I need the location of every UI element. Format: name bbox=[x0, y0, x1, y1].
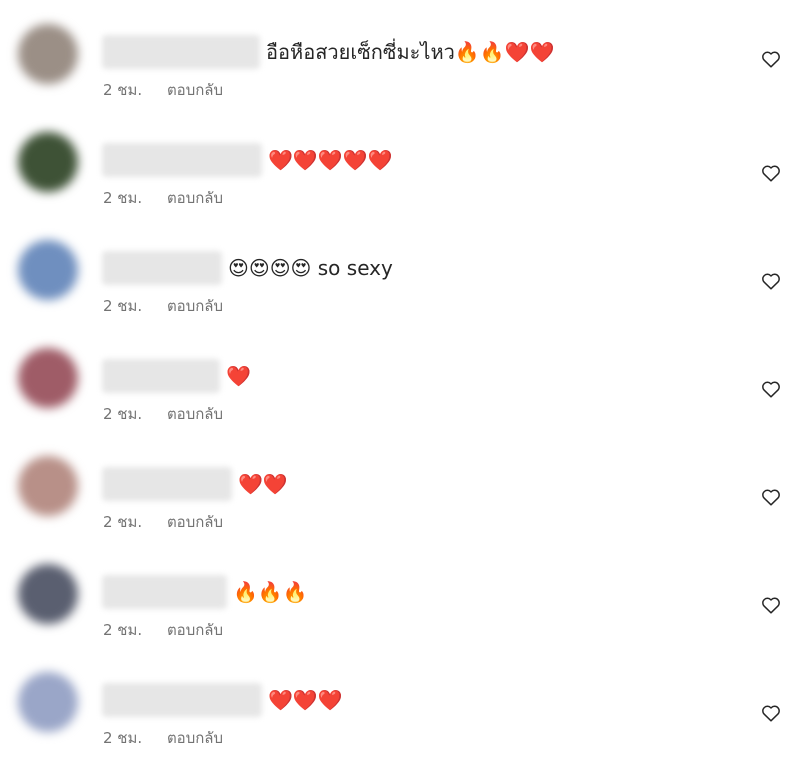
like-heart-icon[interactable] bbox=[760, 702, 782, 724]
reply-button[interactable]: ตอบกลับ bbox=[167, 726, 223, 750]
comment-meta: 2 ชม. ตอบกลับ bbox=[103, 618, 223, 642]
reply-button[interactable]: ตอบกลับ bbox=[167, 186, 223, 210]
comment-item: 🔥🔥🔥 2 ชม. ตอบกลับ bbox=[0, 554, 800, 662]
like-heart-icon[interactable] bbox=[760, 378, 782, 400]
avatar[interactable] bbox=[18, 348, 78, 408]
comment-text: 🔥🔥🔥 bbox=[233, 580, 308, 604]
comment-item: ❤️❤️❤️ 2 ชม. ตอบกลับ bbox=[0, 662, 800, 770]
username-redacted[interactable] bbox=[102, 575, 227, 609]
comment-time: 2 ชม. bbox=[103, 405, 143, 423]
comment-header: อือหือสวยเซ็กซี่มะไหว🔥🔥❤️❤️ bbox=[102, 32, 554, 72]
comment-list: อือหือสวยเซ็กซี่มะไหว🔥🔥❤️❤️ 2 ชม. ตอบกลั… bbox=[0, 0, 800, 782]
comment-text: ❤️❤️ bbox=[238, 472, 288, 496]
comment-meta: 2 ชม. ตอบกลับ bbox=[103, 78, 223, 102]
comment-text: อือหือสวยเซ็กซี่มะไหว🔥🔥❤️❤️ bbox=[266, 40, 555, 64]
avatar[interactable] bbox=[18, 564, 78, 624]
comment-time: 2 ชม. bbox=[103, 297, 143, 315]
username-redacted[interactable] bbox=[102, 359, 220, 393]
like-heart-icon[interactable] bbox=[760, 270, 782, 292]
comment-header: 😍😍😍😍 so sexy bbox=[102, 248, 393, 288]
comment-text: ❤️ bbox=[226, 364, 251, 388]
like-heart-icon[interactable] bbox=[760, 486, 782, 508]
comment-item: ❤️ 2 ชม. ตอบกลับ bbox=[0, 338, 800, 446]
comment-item: 😍😍😍😍 so sexy 2 ชม. ตอบกลับ bbox=[0, 230, 800, 338]
comment-meta: 2 ชม. ตอบกลับ bbox=[103, 510, 223, 534]
comment-header: ❤️❤️ bbox=[102, 464, 288, 504]
reply-button[interactable]: ตอบกลับ bbox=[167, 294, 223, 318]
comment-text: 😍😍😍😍 so sexy bbox=[228, 256, 393, 280]
comment-item: อือหือสวยเซ็กซี่มะไหว🔥🔥❤️❤️ 2 ชม. ตอบกลั… bbox=[0, 14, 800, 122]
reply-button[interactable]: ตอบกลับ bbox=[167, 78, 223, 102]
comment-header: ❤️ bbox=[102, 356, 251, 396]
username-redacted[interactable] bbox=[102, 35, 260, 69]
comment-time: 2 ชม. bbox=[103, 621, 143, 639]
username-redacted[interactable] bbox=[102, 143, 262, 177]
reply-button[interactable]: ตอบกลับ bbox=[167, 618, 223, 642]
comment-meta: 2 ชม. ตอบกลับ bbox=[103, 294, 223, 318]
reply-button[interactable]: ตอบกลับ bbox=[167, 510, 223, 534]
comment-item: ❤️❤️ 2 ชม. ตอบกลับ bbox=[0, 446, 800, 554]
reply-button[interactable]: ตอบกลับ bbox=[167, 402, 223, 426]
comment-time: 2 ชม. bbox=[103, 729, 143, 747]
avatar[interactable] bbox=[18, 24, 78, 84]
comment-meta: 2 ชม. ตอบกลับ bbox=[103, 726, 223, 750]
comment-header: ❤️❤️❤️ bbox=[102, 680, 343, 720]
avatar[interactable] bbox=[18, 672, 78, 732]
username-redacted[interactable] bbox=[102, 251, 222, 285]
username-redacted[interactable] bbox=[102, 683, 262, 717]
like-heart-icon[interactable] bbox=[760, 48, 782, 70]
avatar[interactable] bbox=[18, 132, 78, 192]
like-heart-icon[interactable] bbox=[760, 594, 782, 616]
avatar[interactable] bbox=[18, 240, 78, 300]
comment-time: 2 ชม. bbox=[103, 189, 143, 207]
comment-item: ❤️❤️❤️❤️❤️ 2 ชม. ตอบกลับ bbox=[0, 122, 800, 230]
like-heart-icon[interactable] bbox=[760, 162, 782, 184]
comment-time: 2 ชม. bbox=[103, 513, 143, 531]
comment-meta: 2 ชม. ตอบกลับ bbox=[103, 186, 223, 210]
comment-text: ❤️❤️❤️ bbox=[268, 688, 343, 712]
comment-header: 🔥🔥🔥 bbox=[102, 572, 308, 612]
avatar[interactable] bbox=[18, 456, 78, 516]
comment-meta: 2 ชม. ตอบกลับ bbox=[103, 402, 223, 426]
comment-time: 2 ชม. bbox=[103, 81, 143, 99]
comment-text: ❤️❤️❤️❤️❤️ bbox=[268, 148, 393, 172]
comment-header: ❤️❤️❤️❤️❤️ bbox=[102, 140, 393, 180]
username-redacted[interactable] bbox=[102, 467, 232, 501]
